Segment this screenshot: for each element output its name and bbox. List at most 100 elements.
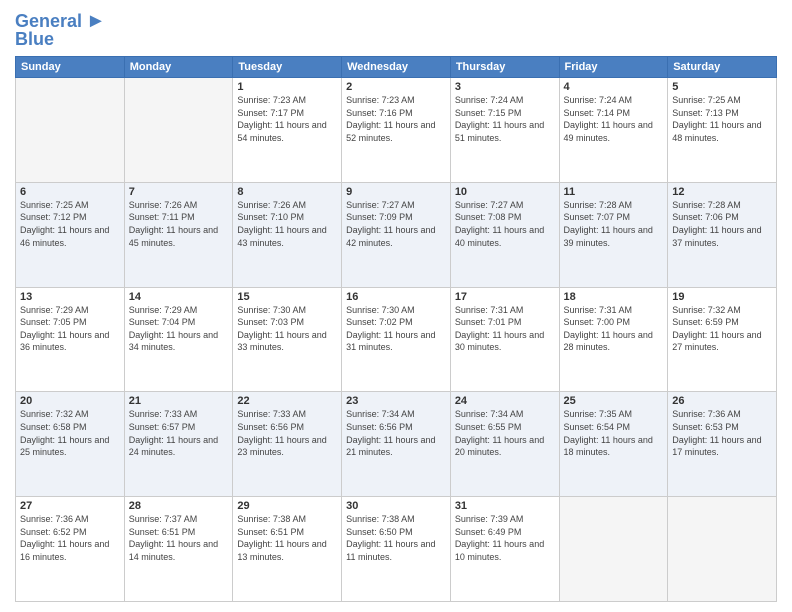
calendar-day-cell: 5Sunrise: 7:25 AMSunset: 7:13 PMDaylight…	[668, 78, 777, 183]
logo-blue: Blue	[15, 29, 54, 50]
calendar-week-row: 27Sunrise: 7:36 AMSunset: 6:52 PMDayligh…	[16, 497, 777, 602]
calendar-week-row: 1Sunrise: 7:23 AMSunset: 7:17 PMDaylight…	[16, 78, 777, 183]
day-info: Sunrise: 7:28 AMSunset: 7:07 PMDaylight:…	[564, 199, 664, 249]
day-number: 8	[237, 186, 337, 198]
day-number: 3	[455, 81, 555, 93]
calendar-day-cell: 6Sunrise: 7:25 AMSunset: 7:12 PMDaylight…	[16, 182, 125, 287]
calendar-day-cell: 13Sunrise: 7:29 AMSunset: 7:05 PMDayligh…	[16, 287, 125, 392]
day-number: 24	[455, 395, 555, 407]
calendar-day-cell: 21Sunrise: 7:33 AMSunset: 6:57 PMDayligh…	[124, 392, 233, 497]
day-number: 20	[20, 395, 120, 407]
logo: General ► Blue	[15, 10, 106, 50]
calendar-week-row: 6Sunrise: 7:25 AMSunset: 7:12 PMDaylight…	[16, 182, 777, 287]
calendar-table: SundayMondayTuesdayWednesdayThursdayFrid…	[15, 56, 777, 602]
weekday-header: Thursday	[450, 57, 559, 78]
day-number: 13	[20, 291, 120, 303]
day-info: Sunrise: 7:32 AMSunset: 6:58 PMDaylight:…	[20, 408, 120, 458]
day-number: 17	[455, 291, 555, 303]
day-info: Sunrise: 7:36 AMSunset: 6:52 PMDaylight:…	[20, 513, 120, 563]
calendar-day-cell: 10Sunrise: 7:27 AMSunset: 7:08 PMDayligh…	[450, 182, 559, 287]
day-info: Sunrise: 7:30 AMSunset: 7:03 PMDaylight:…	[237, 304, 337, 354]
calendar-day-cell: 14Sunrise: 7:29 AMSunset: 7:04 PMDayligh…	[124, 287, 233, 392]
day-info: Sunrise: 7:33 AMSunset: 6:57 PMDaylight:…	[129, 408, 229, 458]
weekday-header: Friday	[559, 57, 668, 78]
day-number: 26	[672, 395, 772, 407]
calendar-day-cell: 7Sunrise: 7:26 AMSunset: 7:11 PMDaylight…	[124, 182, 233, 287]
calendar-week-row: 20Sunrise: 7:32 AMSunset: 6:58 PMDayligh…	[16, 392, 777, 497]
day-info: Sunrise: 7:38 AMSunset: 6:50 PMDaylight:…	[346, 513, 446, 563]
weekday-header-row: SundayMondayTuesdayWednesdayThursdayFrid…	[16, 57, 777, 78]
day-info: Sunrise: 7:23 AMSunset: 7:16 PMDaylight:…	[346, 94, 446, 144]
day-number: 7	[129, 186, 229, 198]
calendar-day-cell	[668, 497, 777, 602]
day-number: 15	[237, 291, 337, 303]
calendar-day-cell: 19Sunrise: 7:32 AMSunset: 6:59 PMDayligh…	[668, 287, 777, 392]
day-number: 4	[564, 81, 664, 93]
day-info: Sunrise: 7:27 AMSunset: 7:08 PMDaylight:…	[455, 199, 555, 249]
day-number: 18	[564, 291, 664, 303]
calendar-day-cell: 26Sunrise: 7:36 AMSunset: 6:53 PMDayligh…	[668, 392, 777, 497]
day-number: 29	[237, 500, 337, 512]
day-info: Sunrise: 7:29 AMSunset: 7:05 PMDaylight:…	[20, 304, 120, 354]
calendar-day-cell: 8Sunrise: 7:26 AMSunset: 7:10 PMDaylight…	[233, 182, 342, 287]
page-header: General ► Blue	[15, 10, 777, 50]
day-info: Sunrise: 7:32 AMSunset: 6:59 PMDaylight:…	[672, 304, 772, 354]
calendar-day-cell: 4Sunrise: 7:24 AMSunset: 7:14 PMDaylight…	[559, 78, 668, 183]
day-number: 19	[672, 291, 772, 303]
day-number: 10	[455, 186, 555, 198]
weekday-header: Wednesday	[342, 57, 451, 78]
day-number: 31	[455, 500, 555, 512]
day-info: Sunrise: 7:38 AMSunset: 6:51 PMDaylight:…	[237, 513, 337, 563]
calendar-day-cell: 20Sunrise: 7:32 AMSunset: 6:58 PMDayligh…	[16, 392, 125, 497]
calendar-day-cell: 28Sunrise: 7:37 AMSunset: 6:51 PMDayligh…	[124, 497, 233, 602]
day-info: Sunrise: 7:35 AMSunset: 6:54 PMDaylight:…	[564, 408, 664, 458]
logo-bird-icon: ►	[86, 10, 106, 33]
day-number: 25	[564, 395, 664, 407]
weekday-header: Tuesday	[233, 57, 342, 78]
day-info: Sunrise: 7:26 AMSunset: 7:11 PMDaylight:…	[129, 199, 229, 249]
calendar-day-cell: 22Sunrise: 7:33 AMSunset: 6:56 PMDayligh…	[233, 392, 342, 497]
day-info: Sunrise: 7:30 AMSunset: 7:02 PMDaylight:…	[346, 304, 446, 354]
weekday-header: Sunday	[16, 57, 125, 78]
calendar-day-cell: 11Sunrise: 7:28 AMSunset: 7:07 PMDayligh…	[559, 182, 668, 287]
day-info: Sunrise: 7:34 AMSunset: 6:56 PMDaylight:…	[346, 408, 446, 458]
calendar-day-cell: 12Sunrise: 7:28 AMSunset: 7:06 PMDayligh…	[668, 182, 777, 287]
page-container: General ► Blue SundayMondayTuesdayWednes…	[0, 0, 792, 612]
day-number: 2	[346, 81, 446, 93]
day-info: Sunrise: 7:25 AMSunset: 7:13 PMDaylight:…	[672, 94, 772, 144]
calendar-day-cell: 17Sunrise: 7:31 AMSunset: 7:01 PMDayligh…	[450, 287, 559, 392]
calendar-day-cell	[124, 78, 233, 183]
calendar-day-cell: 15Sunrise: 7:30 AMSunset: 7:03 PMDayligh…	[233, 287, 342, 392]
calendar-day-cell: 25Sunrise: 7:35 AMSunset: 6:54 PMDayligh…	[559, 392, 668, 497]
day-number: 16	[346, 291, 446, 303]
calendar-week-row: 13Sunrise: 7:29 AMSunset: 7:05 PMDayligh…	[16, 287, 777, 392]
calendar-day-cell	[559, 497, 668, 602]
day-info: Sunrise: 7:36 AMSunset: 6:53 PMDaylight:…	[672, 408, 772, 458]
calendar-day-cell: 1Sunrise: 7:23 AMSunset: 7:17 PMDaylight…	[233, 78, 342, 183]
day-number: 1	[237, 81, 337, 93]
calendar-day-cell: 18Sunrise: 7:31 AMSunset: 7:00 PMDayligh…	[559, 287, 668, 392]
day-info: Sunrise: 7:24 AMSunset: 7:15 PMDaylight:…	[455, 94, 555, 144]
day-info: Sunrise: 7:23 AMSunset: 7:17 PMDaylight:…	[237, 94, 337, 144]
day-number: 12	[672, 186, 772, 198]
calendar-day-cell: 2Sunrise: 7:23 AMSunset: 7:16 PMDaylight…	[342, 78, 451, 183]
calendar-day-cell: 23Sunrise: 7:34 AMSunset: 6:56 PMDayligh…	[342, 392, 451, 497]
day-info: Sunrise: 7:33 AMSunset: 6:56 PMDaylight:…	[237, 408, 337, 458]
day-info: Sunrise: 7:26 AMSunset: 7:10 PMDaylight:…	[237, 199, 337, 249]
day-number: 9	[346, 186, 446, 198]
day-number: 23	[346, 395, 446, 407]
day-number: 5	[672, 81, 772, 93]
day-info: Sunrise: 7:39 AMSunset: 6:49 PMDaylight:…	[455, 513, 555, 563]
day-info: Sunrise: 7:29 AMSunset: 7:04 PMDaylight:…	[129, 304, 229, 354]
day-number: 27	[20, 500, 120, 512]
day-info: Sunrise: 7:31 AMSunset: 7:00 PMDaylight:…	[564, 304, 664, 354]
calendar-day-cell: 29Sunrise: 7:38 AMSunset: 6:51 PMDayligh…	[233, 497, 342, 602]
day-number: 11	[564, 186, 664, 198]
day-number: 21	[129, 395, 229, 407]
day-info: Sunrise: 7:24 AMSunset: 7:14 PMDaylight:…	[564, 94, 664, 144]
day-info: Sunrise: 7:37 AMSunset: 6:51 PMDaylight:…	[129, 513, 229, 563]
calendar-day-cell	[16, 78, 125, 183]
day-number: 6	[20, 186, 120, 198]
calendar-day-cell: 30Sunrise: 7:38 AMSunset: 6:50 PMDayligh…	[342, 497, 451, 602]
calendar-day-cell: 16Sunrise: 7:30 AMSunset: 7:02 PMDayligh…	[342, 287, 451, 392]
